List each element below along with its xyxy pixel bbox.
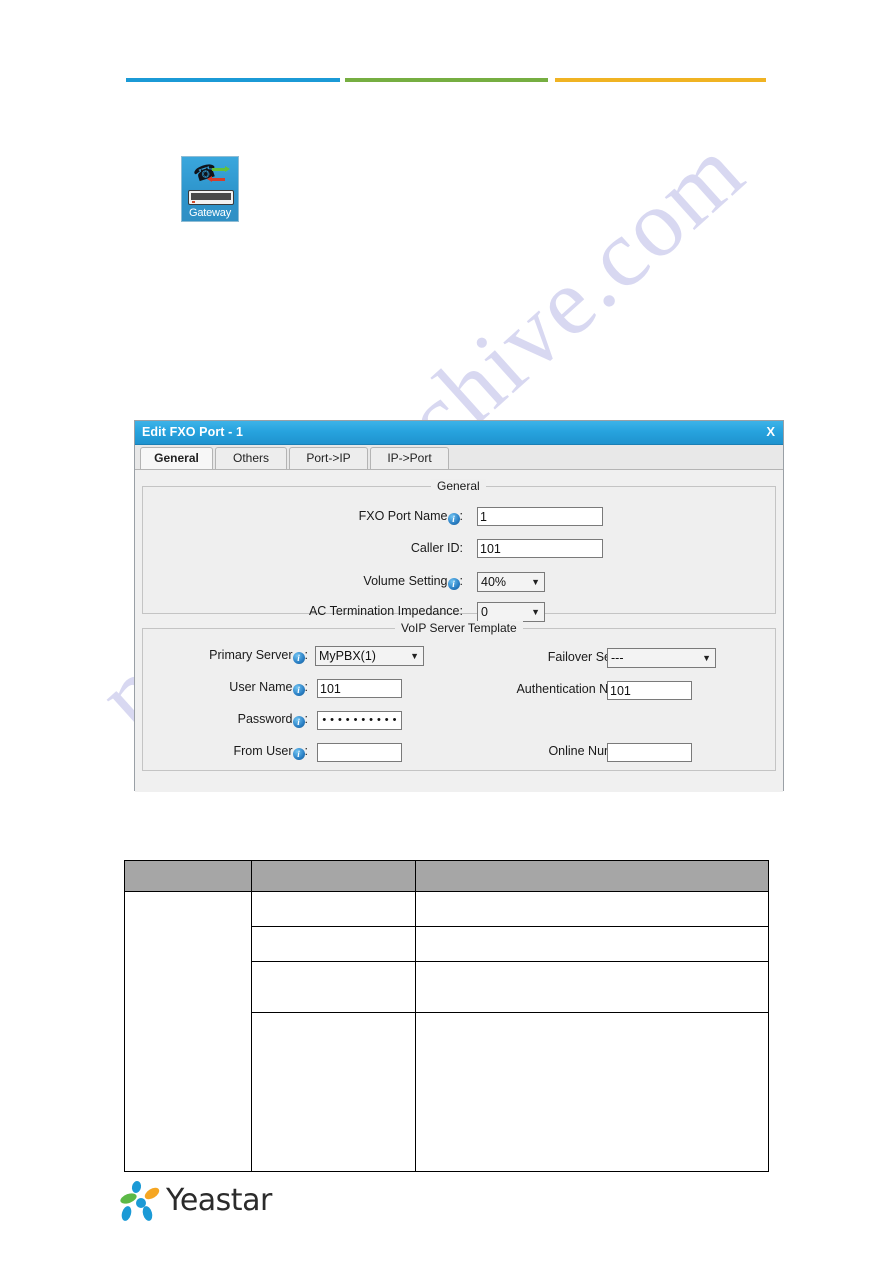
failover-server-value: ---	[611, 651, 624, 665]
table-cell-category	[124, 891, 252, 1172]
incoming-arrow-icon	[207, 176, 225, 182]
yeastar-logo: Yeastar	[118, 1180, 288, 1224]
chevron-down-icon: ▼	[702, 653, 711, 663]
header-rule-group	[126, 78, 766, 83]
primary-server-label: Primary Server i:	[153, 648, 308, 664]
gateway-device-image	[188, 190, 234, 205]
info-icon[interactable]: i	[292, 684, 305, 696]
password-label: Password i:	[153, 712, 308, 728]
info-icon[interactable]: i	[292, 716, 305, 728]
edit-fxo-port-dialog: Edit FXO Port - 1 X General Others Port-…	[134, 420, 784, 792]
user-name-label-text: User Name	[229, 680, 293, 694]
password-separator: :	[304, 712, 308, 726]
volume-setting-select[interactable]: 40% ▼	[477, 572, 545, 592]
password-input[interactable]: ••••••••••	[317, 711, 402, 730]
specification-table	[124, 860, 769, 1172]
general-fieldset: General FXO Port Namei: Caller ID: Volum…	[142, 479, 776, 622]
general-fieldset-legend: General	[431, 479, 486, 493]
tab-ip-to-port[interactable]: IP->Port	[370, 447, 449, 469]
gateway-icon-label: Gateway	[188, 207, 231, 219]
close-icon[interactable]: X	[766, 424, 775, 439]
gateway-device-led	[192, 201, 195, 203]
table-header-cell-3	[415, 860, 769, 892]
voip-fieldset-legend: VoIP Server Template	[395, 621, 523, 635]
table-cell-item	[251, 961, 416, 1013]
table-cell-description	[415, 891, 769, 927]
table-header-row	[124, 860, 769, 892]
info-icon[interactable]: i	[292, 652, 305, 664]
table-cell-description	[415, 961, 769, 1013]
dialog-tabbar: General Others Port->IP IP->Port	[135, 445, 783, 470]
voip-server-template-fieldset: VoIP Server Template Primary Server i: My…	[142, 621, 776, 771]
fxo-port-name-input[interactable]	[477, 507, 603, 526]
from-user-label-text: From User	[233, 744, 293, 758]
logo-petal-orange	[142, 1185, 162, 1202]
dialog-panel-body: General FXO Port Namei: Caller ID: Volum…	[135, 470, 783, 792]
phone-handset-icon: ☎	[191, 159, 221, 188]
online-number-input[interactable]	[607, 743, 692, 762]
fxo-port-name-label: FXO Port Name i:	[233, 509, 463, 525]
info-icon[interactable]: i	[447, 578, 460, 590]
failover-server-select[interactable]: --- ▼	[607, 648, 716, 668]
green-rule	[345, 78, 548, 82]
volume-setting-separator: :	[459, 574, 463, 588]
logo-petal-blue-right	[141, 1205, 154, 1222]
dialog-title: Edit FXO Port - 1	[142, 425, 244, 439]
tab-others[interactable]: Others	[215, 447, 287, 469]
primary-server-value: MyPBX(1)	[319, 649, 376, 663]
table-cell-item	[251, 891, 416, 927]
outgoing-arrow-icon	[212, 166, 230, 172]
blue-rule	[126, 78, 340, 82]
from-user-input[interactable]	[317, 743, 402, 762]
fxo-port-name-separator: :	[459, 509, 463, 523]
fxo-port-name-label-text: FXO Port Name	[358, 509, 448, 523]
from-user-label: From User i:	[153, 744, 308, 760]
tab-port-to-ip[interactable]: Port->IP	[289, 447, 368, 469]
from-user-separator: :	[304, 744, 308, 758]
user-name-input[interactable]	[317, 679, 402, 698]
gateway-device-front	[191, 193, 231, 200]
primary-server-separator: :	[304, 648, 308, 662]
info-icon[interactable]: i	[447, 513, 460, 525]
table-cell-item	[251, 926, 416, 962]
user-name-label: User Name i:	[153, 680, 308, 696]
table-cell-description	[415, 926, 769, 962]
volume-setting-label: Volume Setting i:	[233, 574, 463, 590]
caller-id-label: Caller ID:	[410, 541, 463, 555]
chevron-down-icon: ▼	[531, 577, 540, 587]
table-header-cell-1	[124, 860, 252, 892]
ac-termination-impedance-value: 0	[481, 605, 488, 619]
user-name-separator: :	[304, 680, 308, 694]
authentication-name-input[interactable]	[607, 681, 692, 700]
logo-petal-blue-top	[130, 1180, 143, 1194]
table-header-cell-2	[251, 860, 416, 892]
volume-setting-label-text: Volume Setting	[363, 574, 448, 588]
password-label-text: Password	[237, 712, 293, 726]
primary-server-label-text: Primary Server	[209, 648, 293, 662]
dialog-titlebar: Edit FXO Port - 1 X	[135, 421, 783, 445]
info-icon[interactable]: i	[292, 748, 305, 760]
caller-id-input[interactable]	[477, 539, 603, 558]
logo-text: Yeastar	[166, 1183, 272, 1218]
table-row	[124, 891, 769, 1172]
volume-setting-value: 40%	[481, 575, 507, 589]
tab-general[interactable]: General	[140, 447, 213, 469]
yellow-rule	[555, 78, 766, 82]
primary-server-select[interactable]: MyPBX(1) ▼	[315, 646, 424, 666]
chevron-down-icon: ▼	[531, 607, 540, 617]
table-cell-item	[251, 1012, 416, 1172]
ac-termination-impedance-label: AC Termination Impedance:	[308, 604, 463, 618]
ac-termination-impedance-select[interactable]: 0 ▼	[477, 602, 545, 622]
gateway-icon: ☎ Gateway	[181, 156, 239, 222]
table-cell-description	[415, 1012, 769, 1172]
logo-petal-blue-left	[120, 1205, 133, 1222]
chevron-down-icon: ▼	[410, 651, 419, 661]
